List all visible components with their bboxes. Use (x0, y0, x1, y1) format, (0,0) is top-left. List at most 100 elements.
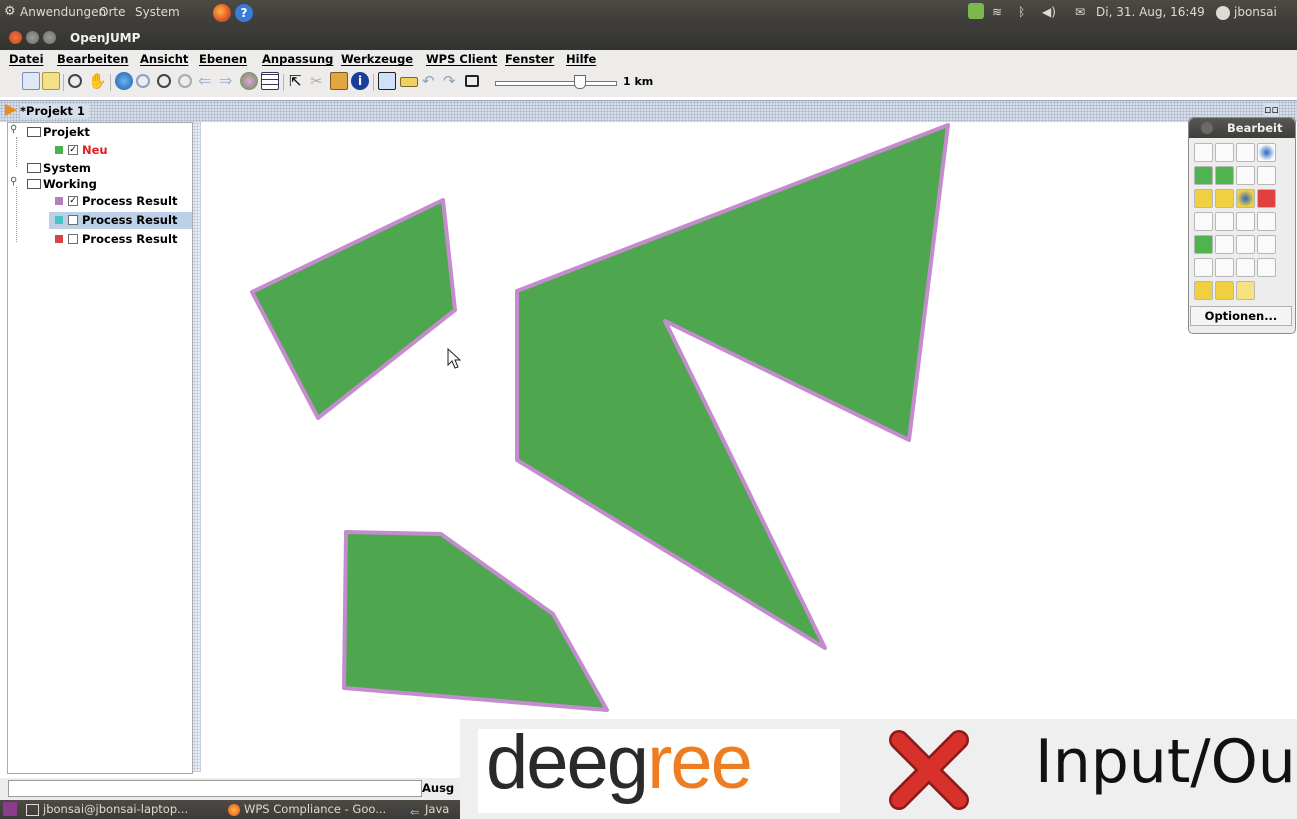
panel-splitter[interactable] (193, 122, 201, 772)
orthogonalize-icon[interactable] (1215, 258, 1234, 277)
zoom-to-selected-icon[interactable] (157, 74, 171, 88)
scale-slider-thumb[interactable] (574, 75, 586, 89)
auto-complete-polygon-icon[interactable] (1194, 235, 1213, 254)
undo-icon[interactable]: ↶ (422, 72, 440, 90)
rotate-icon[interactable] (1194, 258, 1213, 277)
zoom-to-layer-icon[interactable] (178, 74, 192, 88)
zoom-to-full-extent-icon[interactable] (115, 72, 133, 90)
task-terminal[interactable]: jbonsai@jbonsai-laptop... (26, 802, 188, 817)
tree-layer-process-result-2[interactable]: Process Result (49, 212, 192, 229)
window-titlebar[interactable]: OpenJUMP (0, 26, 1297, 50)
map-features[interactable] (201, 122, 1297, 774)
close-icon[interactable] (9, 31, 22, 44)
layer-visibility-checkbox[interactable]: ✓ (68, 145, 78, 155)
bluetooth-icon[interactable]: ᛒ (1018, 5, 1025, 19)
minimize-icon[interactable] (26, 31, 39, 44)
mail-icon[interactable]: ✉ (1075, 5, 1085, 19)
paint-icon[interactable] (240, 72, 258, 90)
task-java[interactable]: ⇐ Java (410, 802, 449, 819)
restore-frame-icon[interactable]: ▫▫ (1264, 103, 1279, 116)
tree-layer-process-result-1[interactable]: ✓ Process Result (8, 193, 190, 210)
draw-arc-icon[interactable] (1236, 235, 1255, 254)
options-button[interactable]: Optionen... (1190, 306, 1292, 326)
user-name[interactable]: jbonsai (1234, 5, 1277, 19)
snap-vertices-icon[interactable] (1194, 212, 1213, 231)
draw-linestring-icon[interactable] (1236, 166, 1255, 185)
cut-line-icon[interactable] (1236, 212, 1255, 231)
delete-vertex-icon[interactable] (1215, 189, 1234, 208)
tree-category-projekt[interactable]: ⚲ Projekt (8, 124, 188, 141)
menu-anpassung[interactable]: Anpassung (262, 52, 333, 66)
user-status-icon[interactable] (1216, 6, 1230, 20)
editing-toolbox-header[interactable]: Bearbeit (1189, 118, 1295, 138)
cut-polygon-icon[interactable] (1215, 235, 1234, 254)
join-line-icon[interactable] (1257, 212, 1276, 231)
scale-slider[interactable] (495, 81, 617, 86)
package-icon[interactable] (330, 72, 348, 90)
open-folder-icon[interactable] (42, 72, 60, 90)
firefox-icon[interactable] (213, 4, 231, 22)
menu-system[interactable]: System (135, 5, 180, 19)
show-desktop-icon[interactable] (3, 802, 17, 816)
menu-ansicht[interactable]: Ansicht (140, 52, 188, 66)
constrained-line-icon[interactable] (1236, 258, 1255, 277)
menu-places[interactable]: Orte (99, 5, 125, 19)
menu-wps-client[interactable]: WPS Client (426, 52, 497, 66)
menu-bearbeiten[interactable]: Bearbeiten (57, 52, 128, 66)
select-parts-icon[interactable] (1215, 143, 1234, 162)
redo-icon[interactable]: ↷ (443, 72, 461, 90)
help-icon[interactable]: ? (235, 4, 253, 22)
select-features-icon[interactable] (1194, 143, 1213, 162)
pan-hand-icon[interactable]: ✋ (88, 72, 107, 90)
tree-layer-neu[interactable]: ✓ Neu (8, 142, 188, 159)
draw-rectangle-icon[interactable] (1194, 166, 1213, 185)
wifi-icon[interactable]: ≋ (992, 5, 1002, 19)
insert-vertex-icon[interactable] (1194, 189, 1213, 208)
expand-toggle-icon[interactable]: ⚲ (10, 124, 17, 135)
select-arrow-icon[interactable]: ⇱ (289, 72, 307, 90)
move-vertex-icon[interactable] (1236, 189, 1255, 208)
measure-ruler-icon[interactable] (400, 77, 418, 87)
draw-point-icon[interactable] (1257, 166, 1276, 185)
window-icon[interactable] (465, 75, 479, 87)
tree-category-system[interactable]: System (8, 160, 188, 177)
map-canvas[interactable] (201, 122, 1297, 774)
task-firefox[interactable]: WPS Compliance - Goo... (228, 802, 386, 817)
layer-visibility-checkbox[interactable] (68, 215, 78, 225)
extend-line-icon[interactable] (1257, 258, 1276, 277)
clock[interactable]: Di, 31. Aug, 16:49 (1096, 5, 1205, 19)
split-icon[interactable] (1215, 212, 1234, 231)
delete-icon[interactable]: ✂ (310, 72, 328, 90)
zoom-icon[interactable] (68, 74, 82, 88)
attribute-table-icon[interactable] (261, 72, 279, 90)
draw-polygon-icon[interactable] (1215, 166, 1234, 185)
draw-circle-icon[interactable] (1257, 235, 1276, 254)
select-line-strings-icon[interactable] (1236, 143, 1255, 162)
layer-visibility-checkbox[interactable] (68, 234, 78, 244)
applications-icon[interactable]: ⚙ (4, 4, 16, 19)
menu-fenster[interactable]: Fenster (505, 52, 554, 66)
menu-datei[interactable]: Datei (9, 52, 44, 66)
add-hole-icon[interactable] (1194, 281, 1213, 300)
close-icon[interactable] (1201, 122, 1213, 134)
expand-toggle-icon[interactable]: ⚲ (10, 176, 17, 187)
maximize-icon[interactable] (43, 31, 56, 44)
update-icon[interactable] (968, 3, 984, 19)
status-output-label[interactable]: Ausg (422, 781, 454, 795)
menu-werkzeuge[interactable]: Werkzeuge (341, 52, 413, 66)
volume-icon[interactable]: ◀) (1042, 5, 1056, 19)
layer-visibility-checkbox[interactable]: ✓ (68, 196, 78, 206)
edit-geometry-icon[interactable] (378, 72, 396, 90)
tree-category-working[interactable]: ⚲ Working (8, 176, 188, 193)
info-icon[interactable]: i (351, 72, 369, 90)
delete-feature-icon[interactable] (1257, 189, 1276, 208)
back-arrow-icon[interactable]: ⇐ (198, 72, 216, 90)
zoom-previous-icon[interactable] (136, 74, 150, 88)
move-selected-icon[interactable] (1257, 143, 1276, 162)
new-layer-icon[interactable] (22, 72, 40, 90)
project-frame-titlebar[interactable]: *Projekt 1 ▫▫ (0, 100, 1297, 122)
menu-applications[interactable]: Anwendungen (20, 5, 106, 19)
tree-layer-process-result-3[interactable]: Process Result (8, 231, 190, 248)
forward-arrow-icon[interactable]: ⇒ (219, 72, 237, 90)
menu-ebenen[interactable]: Ebenen (199, 52, 247, 66)
